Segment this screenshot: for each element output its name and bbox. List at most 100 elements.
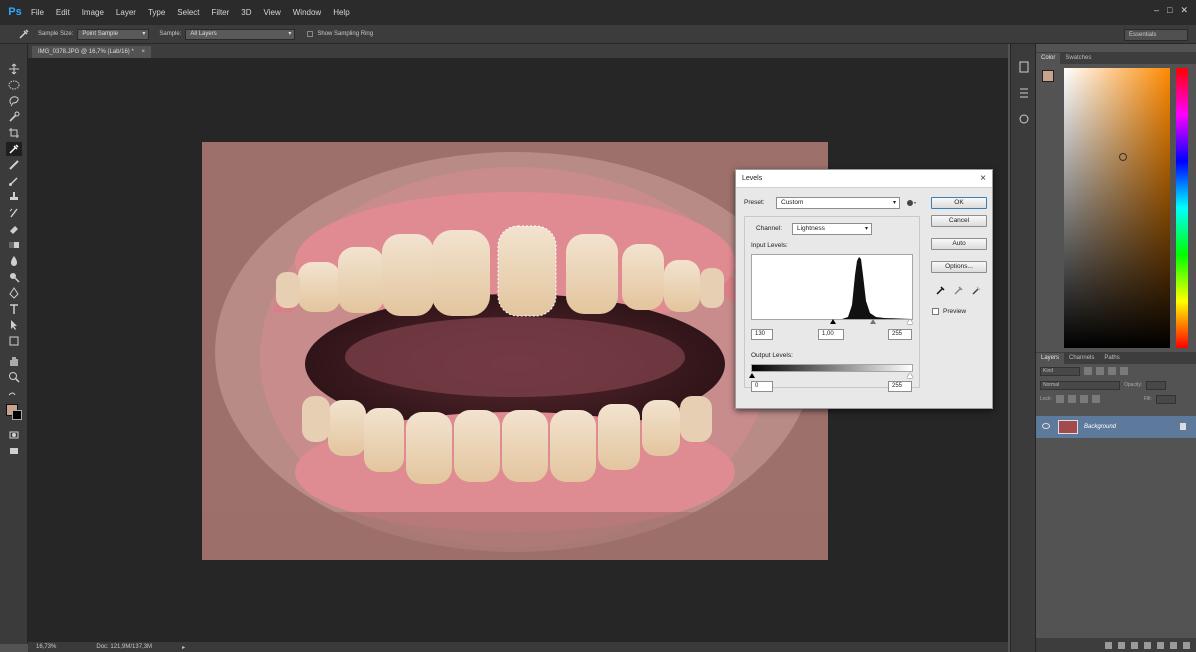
filter-pixel-icon[interactable] [1084,367,1092,375]
layer-name[interactable]: Background [1084,424,1116,430]
output-white-slider[interactable] [907,373,913,378]
eye-icon[interactable] [1042,423,1050,429]
delete-layer-icon[interactable] [1183,641,1190,649]
input-gamma-field[interactable]: 1,00 [818,329,844,340]
marquee-icon[interactable] [6,78,22,92]
color-panel-fg-bg[interactable] [1042,70,1060,88]
clone-stamp-icon[interactable] [6,190,22,204]
zoom-level[interactable]: 16,73% [36,644,56,650]
auto-button[interactable]: Auto [931,238,987,250]
screen-mode-icon[interactable] [6,444,22,458]
history-brush-icon[interactable] [6,206,22,220]
close-icon[interactable]: ✕ [1180,5,1188,16]
lasso-icon[interactable] [6,94,22,108]
output-black-field[interactable]: 0 [751,381,773,392]
output-white-field[interactable]: 255 [888,381,912,392]
black-point-eyedropper-icon[interactable] [936,285,946,295]
preview-checkbox[interactable] [932,308,939,315]
quick-select-icon[interactable] [6,110,22,124]
crop-icon[interactable] [6,126,22,140]
filter-type-icon[interactable] [1108,367,1116,375]
hue-slider[interactable] [1176,68,1188,348]
adjustment-layer-icon[interactable] [1144,641,1151,649]
lock-all-icon[interactable] [1091,395,1100,403]
ok-button[interactable]: OK [931,197,987,209]
eyedropper-icon[interactable] [6,142,22,156]
color-picker-field[interactable] [1064,68,1170,348]
status-menu-arrow-icon[interactable]: ▸ [182,644,185,651]
tab-paths[interactable]: Paths [1099,353,1124,364]
tab-channels[interactable]: Channels [1064,353,1099,364]
menu-filter[interactable]: Filter [206,8,236,17]
menu-file[interactable]: File [25,8,50,17]
show-ring-checkbox[interactable] [307,31,314,37]
input-white-slider[interactable] [907,319,913,324]
menu-select[interactable]: Select [171,8,205,17]
menu-window[interactable]: Window [287,8,327,17]
input-white-field[interactable]: 255 [888,329,912,340]
brush-icon[interactable] [6,174,22,188]
lock-position-icon[interactable] [1079,395,1088,403]
channel-select[interactable]: Lightness ▾ [792,223,872,235]
menu-type[interactable]: Type [142,8,171,17]
tab-layers[interactable]: Layers [1036,353,1065,364]
close-icon[interactable]: × [980,173,986,184]
filter-adjustment-icon[interactable] [1096,367,1104,375]
fill-field[interactable] [1155,394,1176,404]
type-icon[interactable] [6,302,22,316]
dialog-titlebar[interactable]: Levels × [736,170,992,188]
shape-icon[interactable] [6,334,22,348]
hand-icon[interactable] [6,354,22,368]
input-gamma-slider[interactable] [870,319,876,324]
white-point-eyedropper-icon[interactable] [972,285,982,295]
layer-mask-icon[interactable] [1131,641,1138,649]
zoom-icon[interactable] [6,370,22,384]
menu-image[interactable]: Image [76,8,110,17]
tab-close-icon[interactable]: × [141,49,145,55]
filter-shape-icon[interactable] [1120,367,1128,375]
adjustments-panel-icon[interactable] [1017,86,1031,100]
preset-select[interactable]: Custom ▾ [776,197,900,209]
new-group-icon[interactable] [1157,641,1164,649]
healing-brush-icon[interactable] [6,158,22,172]
preset-options-icon[interactable] [906,198,916,208]
minimize-icon[interactable]: – [1154,5,1159,16]
tab-swatches[interactable]: Swatches [1060,53,1096,64]
quick-mask-icon[interactable] [6,428,22,442]
menu-3d[interactable]: 3D [235,8,257,17]
gradient-icon[interactable] [6,238,22,252]
sample-select[interactable]: All Layers ▾ [185,28,296,40]
color-picker-marker[interactable] [1119,153,1127,161]
eraser-icon[interactable] [6,222,22,236]
document-tab[interactable]: IMG_0378.JPG @ 16,7% (Lab/16) * × [32,46,151,58]
layer-row-background[interactable]: Background [1036,416,1196,438]
maximize-icon[interactable]: □ [1167,5,1172,16]
new-layer-icon[interactable] [1170,641,1177,649]
menu-layer[interactable]: Layer [110,8,142,17]
options-button[interactable]: Options... [931,261,987,273]
panel-foreground-swatch[interactable] [1042,70,1054,82]
link-layers-icon[interactable] [1105,641,1112,649]
tab-color[interactable]: Color [1036,53,1061,64]
pen-icon[interactable] [6,286,22,300]
sample-size-select[interactable]: Point Sample ▾ [77,28,150,40]
menu-help[interactable]: Help [327,8,355,17]
lock-transparent-icon[interactable] [1055,395,1064,403]
history-panel-icon[interactable] [1017,60,1031,74]
blur-icon[interactable] [6,254,22,268]
swap-colors-icon[interactable] [5,390,21,404]
opacity-field[interactable] [1146,380,1167,390]
input-black-slider[interactable] [830,319,836,324]
eyedropper-preset-icon[interactable] [18,28,30,40]
menu-view[interactable]: View [258,8,287,17]
dodge-icon[interactable] [6,270,22,284]
output-black-slider[interactable] [749,373,755,378]
workspace-select[interactable]: Essentials [1124,29,1188,41]
properties-panel-icon[interactable] [1017,112,1031,126]
input-black-field[interactable]: 130 [751,329,773,340]
move-icon[interactable] [6,62,22,76]
blend-mode-select[interactable]: Normal [1040,380,1120,390]
cancel-button[interactable]: Cancel [931,215,987,227]
layer-style-icon[interactable] [1118,641,1125,649]
gray-point-eyedropper-icon[interactable] [954,285,964,295]
